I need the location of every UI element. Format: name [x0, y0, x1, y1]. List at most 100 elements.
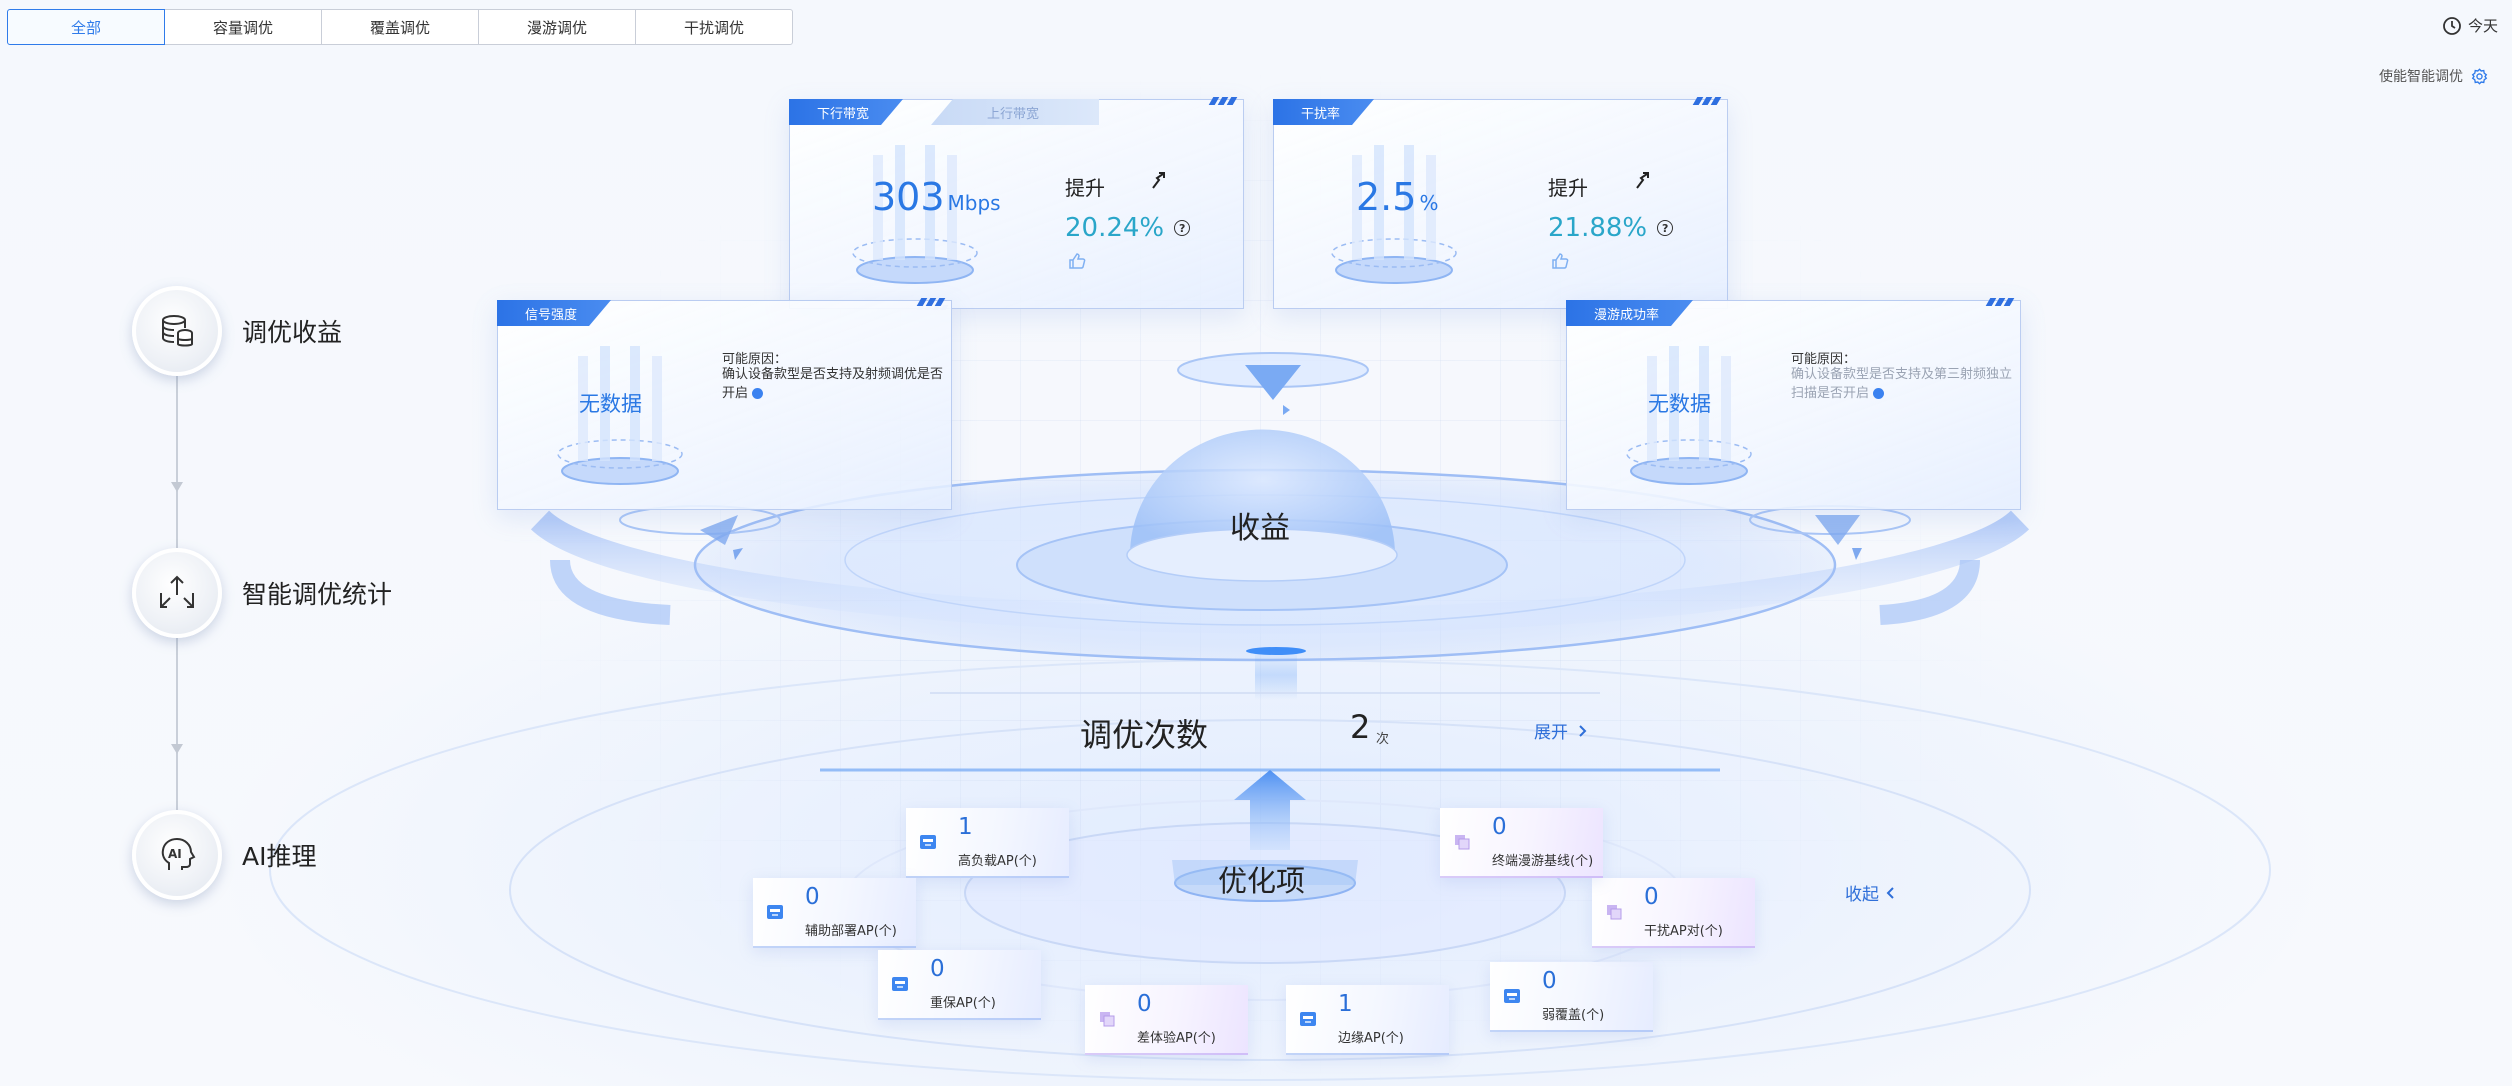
corner-stripes [916, 298, 946, 306]
value-pedestal [1626, 346, 1752, 485]
bandwidth-card: 下行带宽 上行带宽 303 Mbps 提升 20.24% ? [789, 97, 1244, 310]
reason-line: 扫描是否开启 [1791, 386, 1870, 401]
thumbs-up-icon [1552, 253, 1569, 269]
tuning-count-value: 2 [1350, 708, 1371, 746]
ap-device-icon [892, 977, 908, 991]
interference-card: 干扰率 2.5% 提升 21.88% ? [1273, 97, 1728, 309]
chevron-left-icon [1886, 886, 1894, 899]
item-interference-ap-pair[interactable]: 0 干扰AP对(个) [1592, 878, 1755, 948]
ap-device-icon [1504, 989, 1520, 1003]
today-label: 今天 [2467, 17, 2498, 35]
tab-all[interactable]: 全部 [7, 9, 165, 45]
filter-tabs: 全部 容量调优 覆盖调优 漫游调优 干扰调优 [7, 9, 793, 45]
step-connector [176, 376, 178, 548]
bandwidth-unit: Mbps [947, 191, 1001, 215]
ap-device-icon [920, 835, 936, 849]
item-label: 辅助部署AP(个) [805, 924, 897, 939]
purple-cube-icon [1607, 905, 1622, 920]
tab-roaming-success-rate[interactable]: 漫游成功率 [1566, 300, 1693, 326]
item-value: 0 [1644, 884, 1659, 910]
gear-icon[interactable] [2471, 67, 2488, 85]
expand-button[interactable]: 展开 [1534, 718, 1588, 743]
item-edge-ap[interactable]: 1 边缘AP(个) [1286, 985, 1449, 1055]
benefit-label: 收益 [1230, 511, 1290, 546]
ap-device-icon [767, 905, 783, 919]
item-weak-coverage[interactable]: 0 弱覆盖(个) [1490, 962, 1653, 1032]
corner-stripes [1692, 97, 1722, 105]
step-label: AI推理 [242, 842, 317, 871]
item-guarantee-ap[interactable]: 0 重保AP(个) [878, 950, 1041, 1020]
item-value: 1 [958, 814, 973, 840]
expand-arrows-icon [160, 575, 194, 608]
reason-line: 确认设备款型是否支持及射频调优是否 [722, 367, 944, 382]
step-arrow [171, 482, 183, 492]
signal-no-data: 无数据 [579, 392, 642, 416]
bandwidth-value: 303 Mbps [872, 175, 1001, 219]
item-value: 0 [805, 884, 820, 910]
help-icon[interactable]: ? [1657, 220, 1674, 236]
tab-interference-rate[interactable]: 干扰率 [1273, 99, 1374, 125]
item-label: 边缘AP(个) [1338, 1031, 1404, 1046]
step-arrow [171, 744, 183, 754]
corner-stripes [1208, 97, 1238, 105]
enable-smart-tuning-label: 使能智能调优 [2379, 69, 2463, 85]
item-value: 0 [1137, 991, 1152, 1017]
item-label: 重保AP(个) [930, 996, 996, 1011]
reason-line-last: 扫描是否开启 [1791, 384, 2012, 403]
improve-label: 提升 [1548, 176, 1588, 200]
bandwidth-improve: 20.24% ? [1065, 213, 1191, 243]
collapse-button[interactable]: 收起 [1845, 880, 1895, 905]
step-connector [176, 638, 178, 810]
item-auxiliary-ap[interactable]: 0 辅助部署AP(个) [753, 878, 916, 948]
item-label: 终端漫游基线(个) [1492, 854, 1594, 869]
thumbs-up-icon [1069, 253, 1086, 269]
interference-improve: 21.88% ? [1548, 213, 1674, 243]
expand-label: 展开 [1534, 723, 1568, 743]
tab-uplink-bandwidth[interactable]: 上行带宽 [931, 99, 1100, 125]
chevron-right-icon [1579, 724, 1587, 737]
item-value: 0 [1492, 814, 1507, 840]
corner-stripes [1985, 298, 2015, 306]
ai-head-icon: AI [161, 837, 196, 870]
item-label: 干扰AP对(个) [1644, 924, 1723, 939]
trend-up-icon [1152, 172, 1165, 189]
tuning-count-unit: 次 [1376, 732, 1390, 747]
item-terminal-roaming-baseline[interactable]: 0 终端漫游基线(个) [1440, 808, 1603, 878]
reason-text: 确认设备款型是否支持及射频调优是否 开启 [722, 365, 943, 403]
item-poor-experience-ap[interactable]: 0 差体验AP(个) [1085, 985, 1248, 1055]
purple-cube-icon [1455, 835, 1470, 850]
collapse-label: 收起 [1845, 885, 1879, 905]
item-value: 0 [1542, 968, 1557, 994]
item-high-load-ap[interactable]: 1 高负载AP(个) [906, 808, 1069, 878]
reason-line-last: 开启 [722, 384, 943, 403]
ap-device-icon [1300, 1012, 1316, 1026]
interference-number: 2.5 [1356, 175, 1417, 219]
step-label: 智能调优统计 [242, 580, 393, 609]
tab-roaming[interactable]: 漫游调优 [478, 9, 636, 45]
step-tuning-stats: 智能调优统计 [132, 548, 392, 638]
clock-icon [2443, 16, 2461, 35]
time-range-selector[interactable]: 今天 [2442, 15, 2498, 36]
bandwidth-improve-pct: 20.24% [1065, 213, 1165, 243]
tab-capacity[interactable]: 容量调优 [164, 9, 322, 45]
interference-improve-pct: 21.88% [1548, 213, 1648, 243]
tab-interference[interactable]: 干扰调优 [635, 9, 793, 45]
tab-downlink-bandwidth[interactable]: 下行带宽 [789, 99, 903, 125]
info-icon[interactable] [1873, 388, 1885, 399]
tab-signal-strength[interactable]: 信号强度 [497, 300, 611, 326]
tab-coverage[interactable]: 覆盖调优 [321, 9, 479, 45]
interference-unit: % [1419, 191, 1439, 215]
optimize-items-label: 优化项 [1218, 864, 1306, 898]
help-icon[interactable]: ? [1174, 220, 1191, 236]
step-label: 调优收益 [242, 318, 343, 347]
enable-smart-tuning[interactable]: 使能智能调优 [2379, 66, 2488, 86]
item-label: 差体验AP(个) [1137, 1031, 1216, 1046]
reason-text: 确认设备款型是否支持及第三射频独立 扫描是否开启 [1791, 365, 2012, 403]
signal-strength-card: 信号强度 无数据 可能原因： 确认设备款型是否支持及射频调优是否 开启 [497, 298, 952, 510]
item-value: 1 [1338, 991, 1353, 1017]
info-icon[interactable] [752, 388, 764, 399]
reason-line: 开启 [722, 386, 749, 401]
improve-label: 提升 [1065, 176, 1105, 200]
interference-value: 2.5% [1356, 175, 1438, 219]
item-label: 弱覆盖(个) [1542, 1008, 1605, 1023]
